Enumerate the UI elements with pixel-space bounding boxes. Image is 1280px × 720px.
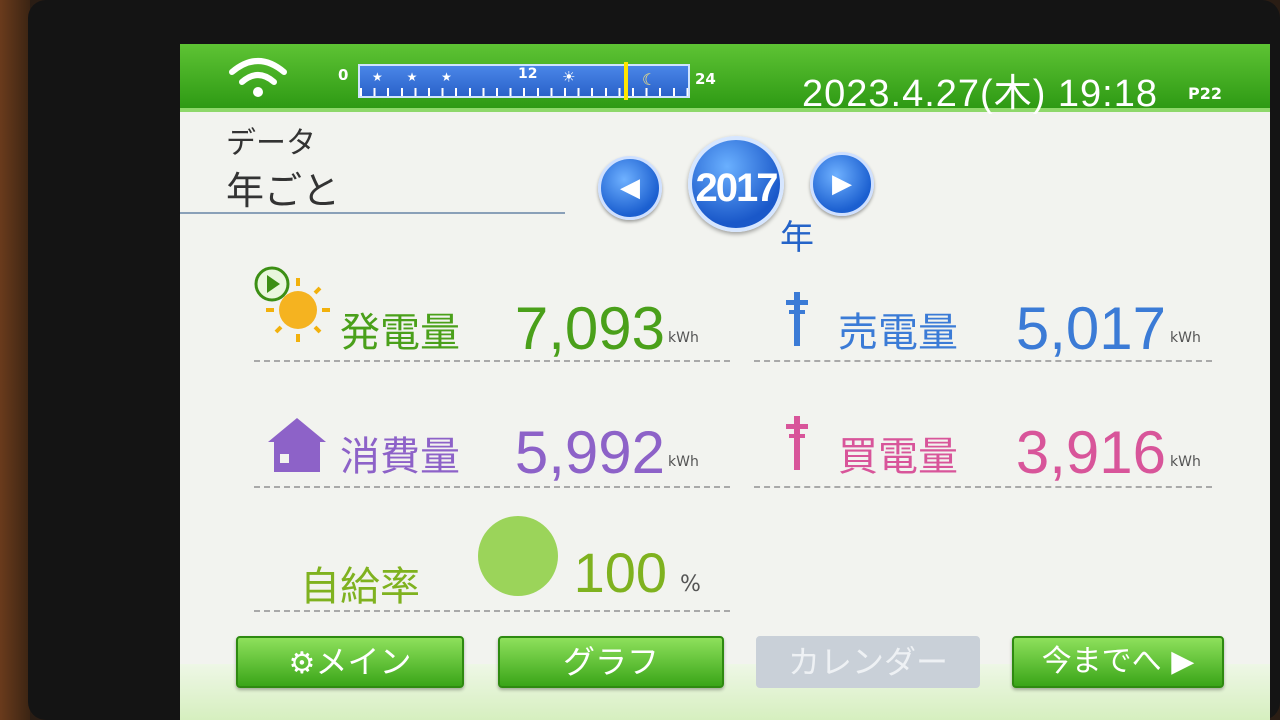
generation-divider	[254, 360, 730, 362]
status-bar: 0 ★ ★ ★ 12 ☀ ☾ 24 2023.4.27(木) 19:18 P22	[180, 44, 1270, 115]
consumption-value: 5,992	[514, 419, 665, 486]
self-sufficiency-divider	[254, 610, 730, 612]
moon-icon: ☾	[642, 70, 657, 89]
next-year-button[interactable]: ▶	[810, 152, 874, 216]
self-sufficiency-indicator	[478, 516, 558, 596]
sold-divider	[754, 360, 1212, 362]
section-title: データ	[226, 126, 316, 161]
year-value: 2017	[695, 166, 779, 210]
star-icons: ★ ★ ★	[372, 70, 462, 84]
wifi-icon	[229, 58, 287, 97]
generation-label: 発電量	[340, 310, 460, 356]
consumption-unit: kWh	[668, 454, 699, 470]
gear-icon: ⚙	[288, 646, 316, 681]
current-datetime: 2023.4.27(木) 19:18	[802, 73, 1159, 115]
consumption-divider	[254, 486, 730, 488]
right-arrow-icon: ▶	[832, 169, 852, 199]
timeline-end-label: 24	[695, 70, 716, 88]
left-arrow-icon: ◀	[620, 173, 640, 203]
year-unit: 年	[780, 218, 814, 258]
graph-button-label: グラフ	[562, 643, 659, 681]
header-divider	[180, 212, 565, 214]
bought-divider	[754, 486, 1212, 488]
consumption-label: 消費量	[340, 434, 460, 480]
main-button-label: メイン	[315, 643, 412, 681]
house-icon	[268, 418, 326, 472]
timeline-ticks	[360, 88, 688, 96]
wooden-frame	[0, 0, 30, 720]
display-screen: 0 ★ ★ ★ 12 ☀ ☾ 24 2023.4.27(木) 19:18 P22…	[180, 44, 1270, 720]
generation-value: 7,093	[514, 295, 665, 362]
page-number: P22	[1188, 84, 1222, 103]
bought-value: 3,916	[1015, 419, 1166, 486]
year-selector-button[interactable]: 2017	[688, 136, 784, 232]
sold-label: 売電量	[838, 310, 958, 356]
bought-power-pole-icon	[786, 416, 808, 470]
to-now-button[interactable]: 今までへ ▶	[1012, 636, 1224, 688]
day-timeline: ★ ★ ★ 12 ☀ ☾	[358, 62, 690, 100]
calendar-button: カレンダー	[756, 636, 980, 688]
self-sufficiency-unit: %	[680, 572, 701, 597]
self-sufficiency-value: 100	[573, 541, 667, 604]
sun-icon: ☀	[562, 68, 576, 86]
to-now-button-label: 今までへ ▶	[1041, 644, 1195, 679]
self-sufficiency-label: 自給率	[300, 564, 420, 610]
generation-sun-icon[interactable]	[250, 262, 332, 344]
previous-year-button[interactable]: ◀	[598, 156, 662, 220]
bought-unit: kWh	[1170, 454, 1201, 470]
generation-unit: kWh	[668, 330, 699, 346]
sold-value: 5,017	[1015, 295, 1166, 362]
main-button[interactable]: ⚙メイン	[236, 636, 464, 688]
sold-power-pole-icon	[786, 292, 808, 346]
view-mode-title: 年ごと	[226, 169, 341, 213]
timeline-mid-label: 12	[518, 66, 538, 82]
timeline-start-label: 0	[338, 66, 349, 84]
graph-button[interactable]: グラフ	[498, 636, 724, 688]
calendar-button-label: カレンダー	[787, 643, 948, 681]
sold-unit: kWh	[1170, 330, 1201, 346]
bought-label: 買電量	[838, 434, 958, 480]
